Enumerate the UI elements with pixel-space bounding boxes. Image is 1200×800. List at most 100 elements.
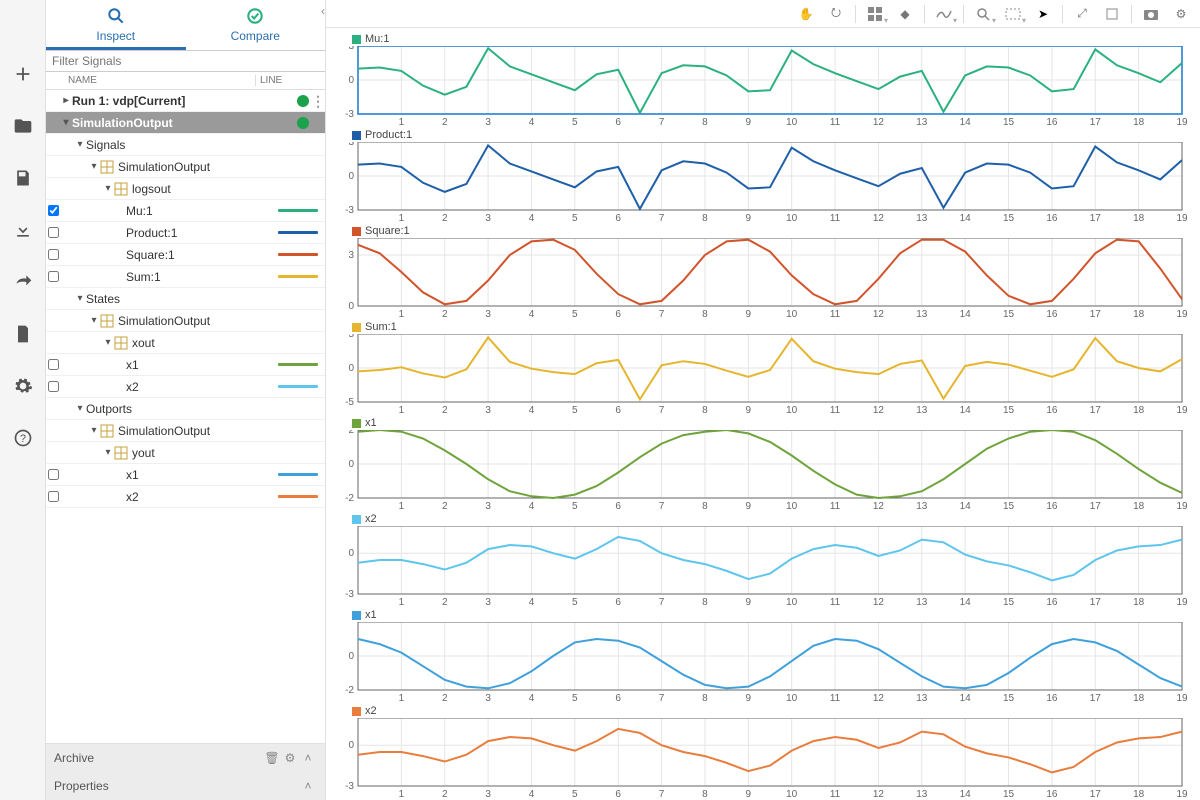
export-icon[interactable] bbox=[9, 268, 37, 296]
add-icon[interactable] bbox=[9, 60, 37, 88]
group-signals[interactable]: ▾ Signals bbox=[46, 134, 325, 156]
fit-icon[interactable] bbox=[1000, 3, 1026, 25]
signal-sum[interactable]: Sum:1 bbox=[46, 266, 325, 288]
import-icon[interactable] bbox=[9, 216, 37, 244]
svg-text:13: 13 bbox=[916, 789, 928, 798]
save-icon[interactable] bbox=[9, 164, 37, 192]
signal-mu[interactable]: Mu:1 bbox=[46, 200, 325, 222]
chevron-up-icon[interactable]: ˄ bbox=[299, 751, 317, 765]
signal-x1-out[interactable]: x1 bbox=[46, 464, 325, 486]
svg-text:6: 6 bbox=[615, 117, 621, 126]
tree-node[interactable]: ▾ logsout bbox=[46, 178, 325, 200]
svg-text:0: 0 bbox=[348, 301, 354, 312]
svg-text:19: 19 bbox=[1176, 789, 1188, 798]
clear-icon[interactable]: ◆ bbox=[892, 3, 918, 25]
plot[interactable]: x112345678910111213141516171819-20 bbox=[328, 608, 1194, 702]
collapse-chevron-icon[interactable]: ‹ bbox=[321, 4, 335, 18]
settings-icon[interactable]: ⚙ bbox=[1168, 3, 1194, 25]
signal-checkbox[interactable] bbox=[48, 491, 59, 502]
signal-checkbox[interactable] bbox=[48, 227, 59, 238]
svg-text:14: 14 bbox=[960, 117, 972, 126]
tree-node[interactable]: ▾ SimulationOutput bbox=[46, 156, 325, 178]
signal-checkbox[interactable] bbox=[48, 205, 59, 216]
svg-text:13: 13 bbox=[916, 309, 928, 318]
plot[interactable]: x212345678910111213141516171819-30 bbox=[328, 512, 1194, 606]
tab-inspect[interactable]: Inspect bbox=[46, 0, 186, 50]
svg-text:14: 14 bbox=[960, 309, 972, 318]
plot-title: Square:1 bbox=[328, 224, 1194, 238]
svg-text:8: 8 bbox=[702, 309, 708, 318]
svg-text:15: 15 bbox=[1003, 309, 1015, 318]
svg-text:1: 1 bbox=[399, 597, 405, 606]
run-label: Run 1: vdp[Current] bbox=[72, 94, 297, 108]
plot[interactable]: Product:112345678910111213141516171819-3… bbox=[328, 128, 1194, 222]
plot[interactable]: Square:11234567891011121314151617181903 bbox=[328, 224, 1194, 318]
visualization-icon[interactable] bbox=[931, 3, 957, 25]
archive-panel[interactable]: Archive 🗑 ⚙ ˄ bbox=[46, 744, 325, 772]
layout-icon[interactable] bbox=[862, 3, 888, 25]
trash-icon[interactable]: 🗑 bbox=[263, 751, 281, 765]
signal-x2-out[interactable]: x2 bbox=[46, 486, 325, 508]
cursor-icon[interactable]: ➤ bbox=[1030, 3, 1056, 25]
signal-tree[interactable]: ▸ Run 1: vdp[Current] ⋮ ▾ SimulationOutp… bbox=[46, 90, 325, 743]
camera-icon[interactable] bbox=[1138, 3, 1164, 25]
plot[interactable]: Sum:112345678910111213141516171819-505 bbox=[328, 320, 1194, 414]
maximize-icon[interactable] bbox=[1099, 3, 1125, 25]
svg-text:18: 18 bbox=[1133, 309, 1145, 318]
svg-text:8: 8 bbox=[702, 117, 708, 126]
svg-text:0: 0 bbox=[348, 171, 354, 182]
plot[interactable]: x212345678910111213141516171819-30 bbox=[328, 704, 1194, 798]
plot-toolbar: ✋ ⭮ ◆ ➤ ⤢ ⚙ bbox=[326, 0, 1200, 28]
signal-checkbox[interactable] bbox=[48, 271, 59, 282]
link-icon[interactable]: ⤢ bbox=[1069, 3, 1095, 25]
svg-text:11: 11 bbox=[830, 117, 841, 126]
svg-text:2: 2 bbox=[348, 430, 354, 436]
group-outports[interactable]: ▾ Outports bbox=[46, 398, 325, 420]
tree-node[interactable]: ▾ SimulationOutput bbox=[46, 310, 325, 332]
tree-node[interactable]: ▾ SimulationOutput bbox=[46, 420, 325, 442]
filter-input[interactable] bbox=[46, 51, 325, 71]
kebab-icon[interactable]: ⋮ bbox=[311, 97, 325, 105]
tree-simout[interactable]: ▾ SimulationOutput ⋮ bbox=[46, 112, 325, 134]
signal-product[interactable]: Product:1 bbox=[46, 222, 325, 244]
sidebar: ‹ Inspect Compare NAME LINE ▸ Run 1: vdp… bbox=[46, 0, 326, 800]
svg-text:3: 3 bbox=[485, 405, 491, 414]
properties-panel[interactable]: Properties ˄ bbox=[46, 772, 325, 800]
pan-icon[interactable]: ✋ bbox=[793, 3, 819, 25]
svg-text:17: 17 bbox=[1090, 405, 1102, 414]
report-icon[interactable] bbox=[9, 320, 37, 348]
signal-square[interactable]: Square:1 bbox=[46, 244, 325, 266]
svg-text:16: 16 bbox=[1046, 309, 1058, 318]
svg-text:0: 0 bbox=[348, 75, 354, 86]
plot-title-text: Sum:1 bbox=[365, 321, 397, 333]
kebab-icon[interactable]: ⋮ bbox=[311, 119, 325, 127]
gear-icon[interactable] bbox=[9, 372, 37, 400]
signal-checkbox[interactable] bbox=[48, 469, 59, 480]
signal-checkbox[interactable] bbox=[48, 381, 59, 392]
svg-text:18: 18 bbox=[1133, 213, 1145, 222]
tree-node[interactable]: ▾ xout bbox=[46, 332, 325, 354]
signal-checkbox[interactable] bbox=[48, 359, 59, 370]
plot[interactable]: Mu:112345678910111213141516171819-303 bbox=[328, 32, 1194, 126]
svg-text:10: 10 bbox=[786, 405, 798, 414]
svg-text:1: 1 bbox=[399, 213, 405, 222]
chevron-up-icon[interactable]: ˄ bbox=[299, 779, 317, 793]
folder-icon[interactable] bbox=[9, 112, 37, 140]
gear-small-icon[interactable]: ⚙ bbox=[281, 751, 299, 765]
group-states[interactable]: ▾ States bbox=[46, 288, 325, 310]
signal-x1-states[interactable]: x1 bbox=[46, 354, 325, 376]
svg-text:1: 1 bbox=[399, 789, 405, 798]
signal-x2-states[interactable]: x2 bbox=[46, 376, 325, 398]
zoom-icon[interactable] bbox=[970, 3, 996, 25]
tree-node[interactable]: ▾ yout bbox=[46, 442, 325, 464]
main: ✋ ⭮ ◆ ➤ ⤢ ⚙ Mu:1123456789101112131415161… bbox=[326, 0, 1200, 800]
svg-text:0: 0 bbox=[348, 740, 354, 751]
replay-icon[interactable]: ⭮ bbox=[823, 3, 849, 25]
tree-run[interactable]: ▸ Run 1: vdp[Current] ⋮ bbox=[46, 90, 325, 112]
plot-title: x2 bbox=[328, 512, 1194, 526]
tab-compare[interactable]: Compare bbox=[186, 0, 326, 50]
help-icon[interactable]: ? bbox=[9, 424, 37, 452]
svg-text:5: 5 bbox=[572, 309, 578, 318]
signal-checkbox[interactable] bbox=[48, 249, 59, 260]
plot[interactable]: x112345678910111213141516171819-202 bbox=[328, 416, 1194, 510]
